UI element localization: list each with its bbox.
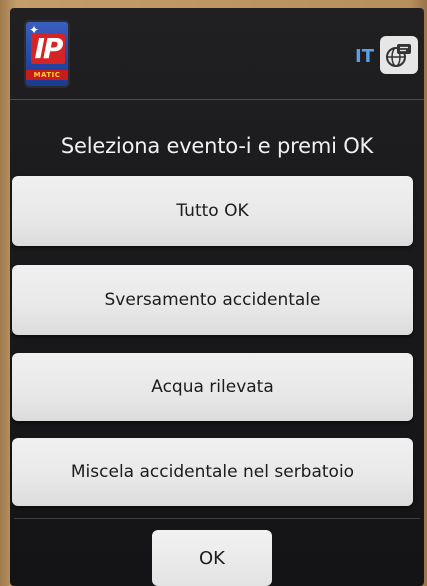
ok-label: OK <box>199 547 225 569</box>
event-button-tutto-ok[interactable]: Tutto OK <box>12 176 413 246</box>
language-code: IT <box>355 46 374 67</box>
event-label: Tutto OK <box>176 201 249 221</box>
touch-screen: ✦ IP MATIC IT Seleziona evento-i e premi… <box>10 8 424 586</box>
logo-subtext: MATIC <box>26 70 68 80</box>
event-button-acqua[interactable]: Acqua rilevata <box>12 353 413 421</box>
event-label: Miscela accidentale nel serbatoio <box>70 462 355 482</box>
event-button-miscela[interactable]: Miscela accidentale nel serbatoio <box>12 438 413 506</box>
header-bar: ✦ IP MATIC IT <box>10 8 424 100</box>
globe-chat-icon <box>386 44 411 67</box>
ip-matic-logo: ✦ IP MATIC <box>26 22 68 86</box>
divider <box>14 518 420 519</box>
instruction-text: Seleziona evento-i e premi OK <box>60 134 374 158</box>
logo-text: IP <box>31 34 65 64</box>
ok-button[interactable]: OK <box>152 530 272 586</box>
language-select-button[interactable] <box>380 36 418 74</box>
device-frame: ✦ IP MATIC IT Seleziona evento-i e premi… <box>0 0 427 586</box>
event-button-sversamento[interactable]: Sversamento accidentale <box>12 265 413 335</box>
event-label: Acqua rilevata <box>151 377 274 397</box>
event-label: Sversamento accidentale <box>104 290 321 310</box>
